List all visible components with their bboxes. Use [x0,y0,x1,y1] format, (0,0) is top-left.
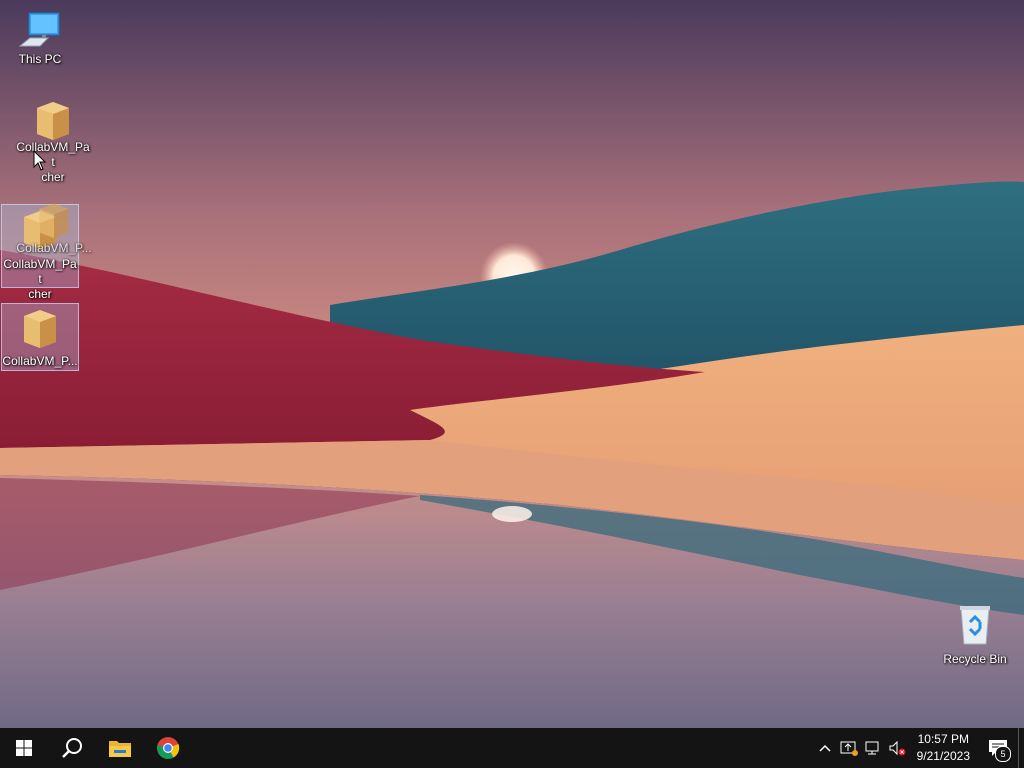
taskbar: 10:57 PM 9/21/2023 5 [0,728,1024,768]
search-icon [62,738,82,758]
taskbar-file-explorer[interactable] [96,728,144,768]
start-icon [16,740,32,756]
tray-security[interactable] [837,728,861,768]
action-center-button[interactable]: 5 [978,728,1018,768]
desktop-icon-collabvm-p[interactable]: CollabVM_P... [1,303,79,371]
mouse-cursor-icon [33,150,47,171]
this-pc-icon [2,8,78,52]
security-icon [840,741,858,756]
tray-volume[interactable] [885,728,909,768]
taskbar-clock[interactable]: 10:57 PM 9/21/2023 [909,731,978,765]
show-hidden-icons-button[interactable] [813,728,837,768]
desktop-icon-recycle-bin[interactable]: Recycle Bin [937,602,1013,667]
chevron-up-icon [819,744,831,752]
package-icon [15,96,91,140]
desktop-icon-label: Recycle Bin [943,652,1007,666]
start-button[interactable] [0,728,48,768]
package-icon [2,205,78,249]
tray-network[interactable] [861,728,885,768]
network-icon [865,741,879,755]
desktop-wallpaper [0,0,1024,728]
notification-count-badge: 5 [995,746,1011,762]
taskbar-chrome[interactable] [144,728,192,768]
desktop-icon-this-pc[interactable]: This PC [2,8,78,67]
file-explorer-icon [109,741,131,757]
search-button[interactable] [48,728,96,768]
chrome-icon [157,737,180,759]
desktop-icon-label: CollabVM_Pat cher [16,140,90,184]
clock-time: 10:57 PM [917,732,969,746]
package-icon [2,304,78,348]
desktop-icon-label: This PC [18,52,62,66]
recycle-bin-icon [937,602,1013,646]
desktop-icon-label: CollabVM_P... [2,354,78,368]
desktop-icon-collabvm-patcher[interactable]: CollabVM_Pat cher [15,96,91,185]
clock-date: 9/21/2023 [916,749,970,763]
desktop-icon-collabvm-patcher-copy[interactable]: CollabVM_Pat cher [1,204,79,301]
show-desktop-button[interactable] [1018,728,1024,768]
system-tray: 10:57 PM 9/21/2023 5 [813,728,1024,768]
desktop-icon-label: CollabVM_Pat cher [3,257,77,301]
volume-muted-icon [889,740,906,756]
